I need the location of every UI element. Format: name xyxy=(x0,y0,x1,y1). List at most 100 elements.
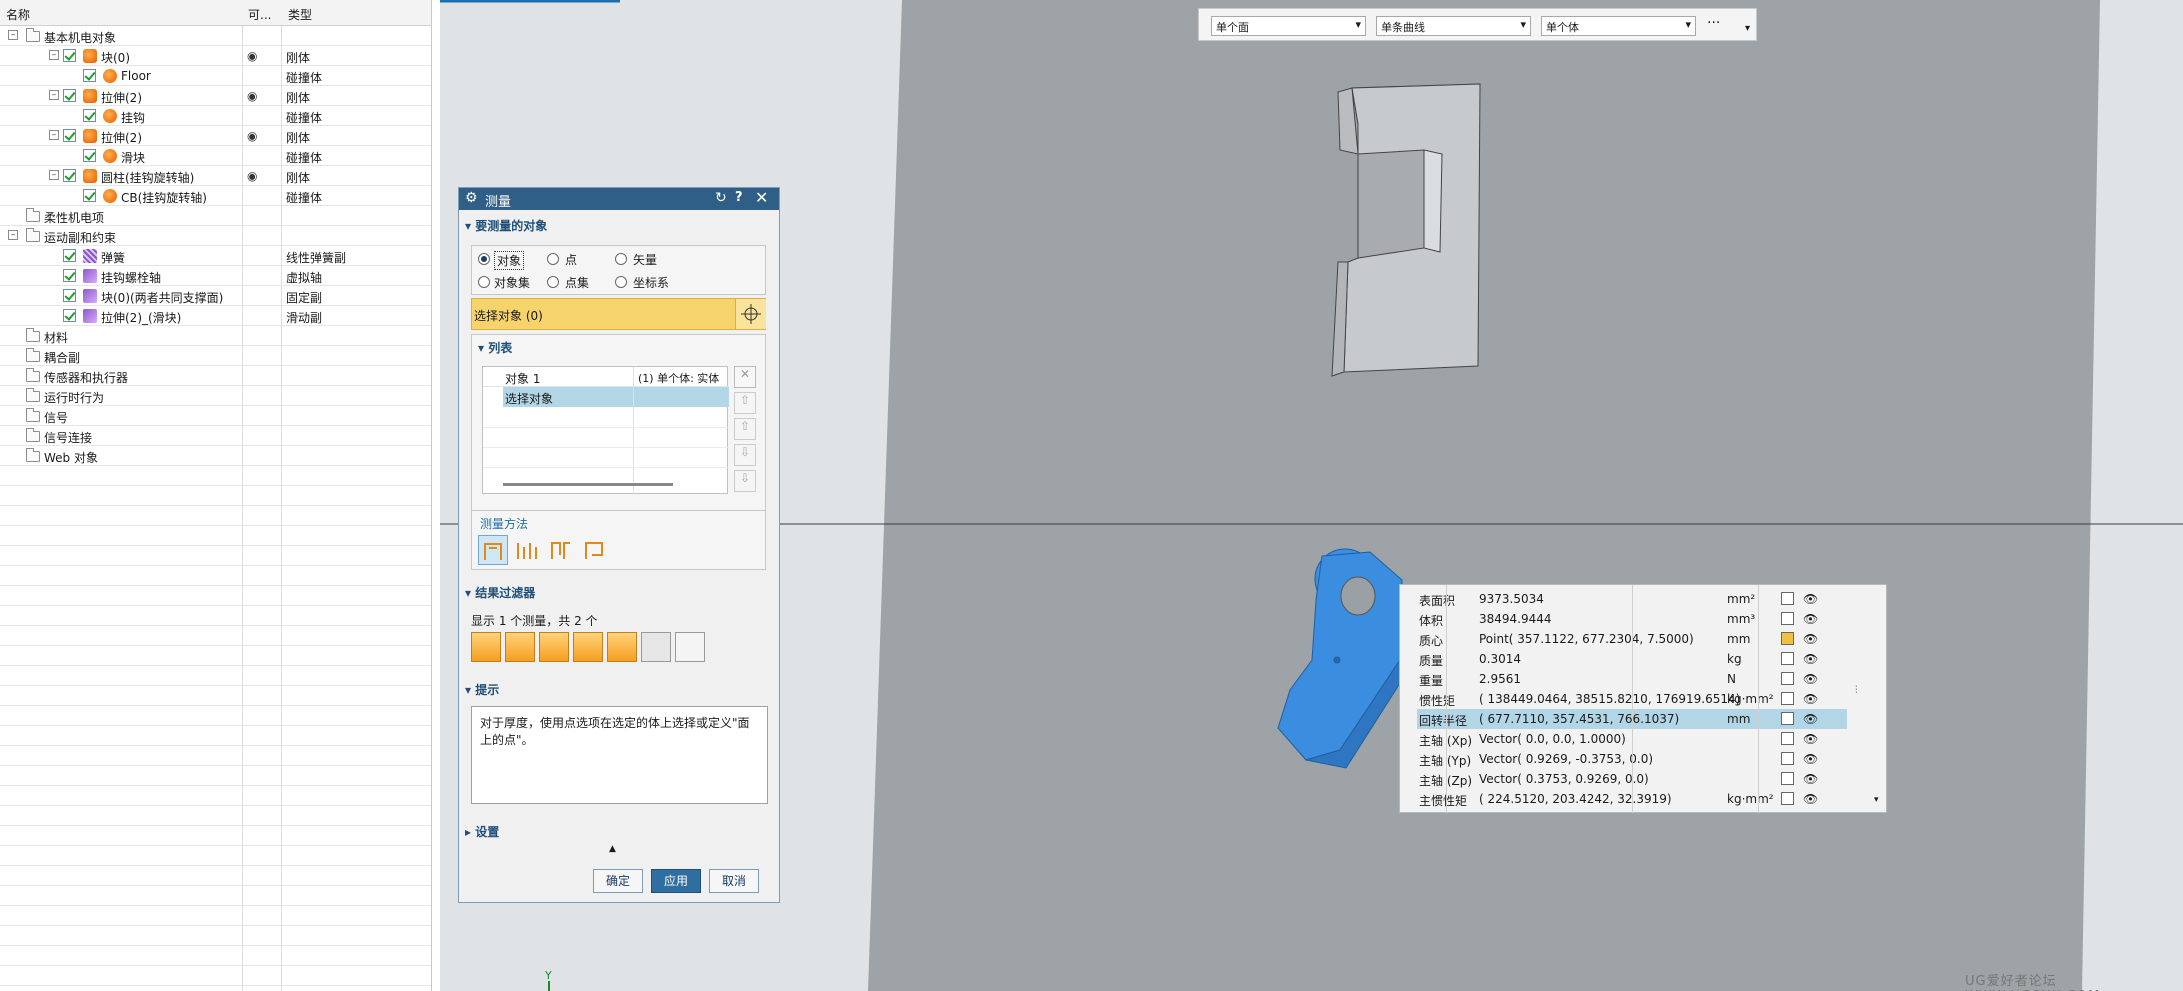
radio-object[interactable] xyxy=(478,253,490,265)
filter-distance-icon[interactable] xyxy=(471,632,501,662)
tree-row[interactable]: 运行时行为 xyxy=(0,386,431,406)
list-item[interactable]: 对象 1 (1) 单个体: 实体 xyxy=(483,367,729,387)
copy-icon[interactable] xyxy=(1781,712,1794,725)
checkbox-icon[interactable] xyxy=(83,109,96,122)
tree-row[interactable]: – 块(0) ◉ 刚体 xyxy=(0,46,431,66)
move-down-icon[interactable]: ⇩ xyxy=(734,444,756,466)
list-section-header[interactable]: ▾ 列表 xyxy=(478,339,512,357)
close-icon[interactable]: ✕ xyxy=(755,188,768,207)
checkbox-icon[interactable] xyxy=(63,129,76,142)
radio-csys[interactable] xyxy=(615,276,627,288)
show-icon[interactable]: 👁 xyxy=(1803,792,1818,806)
objects-section-header[interactable]: ▾ 要测量的对象 xyxy=(465,217,547,235)
tree-row[interactable]: 传感器和执行器 xyxy=(0,366,431,386)
tree-row[interactable]: 挂钩 碰撞体 xyxy=(0,106,431,126)
tree-row[interactable]: 信号 xyxy=(0,406,431,426)
copy-icon[interactable] xyxy=(1781,792,1794,805)
show-icon[interactable]: 👁 xyxy=(1803,672,1818,686)
show-icon[interactable]: 👁 xyxy=(1803,732,1818,746)
copy-icon[interactable] xyxy=(1781,612,1794,625)
body-filter-dropdown[interactable]: 单个体 xyxy=(1541,16,1696,36)
col-visible-header[interactable]: 可... xyxy=(248,6,271,23)
method-thickness-icon[interactable] xyxy=(546,535,576,565)
filter-volume-icon[interactable] xyxy=(607,632,637,662)
show-icon[interactable]: 👁 xyxy=(1803,592,1818,606)
remove-icon[interactable]: ✕ xyxy=(734,366,756,388)
copy-icon[interactable] xyxy=(1781,772,1794,785)
curve-filter-dropdown[interactable]: 单条曲线 xyxy=(1376,16,1531,36)
move-top-icon[interactable]: ⇧ xyxy=(734,392,756,414)
tree-row[interactable]: 弹簧 线性弹簧副 xyxy=(0,246,431,266)
collapse-toggle-icon[interactable]: – xyxy=(8,30,18,40)
tree-row[interactable]: 块(0)(两者共同支撑面) 固定副 xyxy=(0,286,431,306)
checkbox-icon[interactable] xyxy=(63,269,76,282)
toolbar-dropdown-arrow[interactable]: ▾ xyxy=(1745,23,1750,34)
collapse-arrow-icon[interactable]: ▲ xyxy=(609,844,616,854)
tree-row[interactable]: 挂钩螺栓轴 虚拟轴 xyxy=(0,266,431,286)
collapse-toggle-icon[interactable]: – xyxy=(8,230,18,240)
apply-button[interactable]: 应用 xyxy=(651,869,701,893)
eye-icon[interactable]: ◉ xyxy=(247,49,257,63)
checkbox-icon[interactable] xyxy=(63,89,76,102)
col-name-header[interactable]: 名称 xyxy=(6,6,30,23)
tree-row[interactable]: – 拉伸(2) ◉ 刚体 xyxy=(0,126,431,146)
dialog-titlebar[interactable]: ⚙ 测量 ↻ ? ✕ xyxy=(459,188,779,210)
collapse-toggle-icon[interactable]: – xyxy=(49,90,59,100)
tree-row[interactable]: CB(挂钩旋转轴) 碰撞体 xyxy=(0,186,431,206)
list-scrollbar[interactable] xyxy=(503,483,673,486)
ok-button[interactable]: 确定 xyxy=(593,869,643,893)
cancel-button[interactable]: 取消 xyxy=(709,869,759,893)
tree-row[interactable]: 柔性机电项 xyxy=(0,206,431,226)
scroll-down-icon[interactable]: ▾ xyxy=(1874,795,1879,805)
checkbox-icon[interactable] xyxy=(83,69,96,82)
tree-row[interactable]: – 圆柱(挂钩旋转轴) ◉ 刚体 xyxy=(0,166,431,186)
settings-section-header[interactable]: ▸ 设置 xyxy=(465,823,499,841)
eye-icon[interactable]: ◉ xyxy=(247,129,257,143)
eye-icon[interactable]: ◉ xyxy=(247,89,257,103)
tree-row[interactable]: 材料 xyxy=(0,326,431,346)
tree-row[interactable]: 耦合副 xyxy=(0,346,431,366)
checkbox-icon[interactable] xyxy=(83,149,96,162)
copy-icon[interactable] xyxy=(1781,672,1794,685)
show-icon[interactable]: 👁 xyxy=(1803,772,1818,786)
method-projected-icon[interactable] xyxy=(512,535,542,565)
copy-icon[interactable] xyxy=(1781,652,1794,665)
filter-length-icon[interactable] xyxy=(539,632,569,662)
show-icon[interactable]: 👁 xyxy=(1803,652,1818,666)
checkbox-icon[interactable] xyxy=(83,189,96,202)
show-icon[interactable]: 👁 xyxy=(1803,612,1818,626)
show-icon[interactable]: 👁 xyxy=(1803,752,1818,766)
filter-add-icon[interactable] xyxy=(675,632,705,662)
copy-icon[interactable] xyxy=(1781,732,1794,745)
copy-icon[interactable] xyxy=(1781,692,1794,705)
collapse-toggle-icon[interactable]: – xyxy=(49,130,59,140)
method-radius-icon[interactable] xyxy=(580,535,610,565)
tree-row[interactable]: 滑块 碰撞体 xyxy=(0,146,431,166)
eye-icon[interactable]: ◉ xyxy=(247,169,257,183)
reset-icon[interactable]: ↻ xyxy=(715,190,727,206)
radio-object-set[interactable] xyxy=(478,276,490,288)
radio-point[interactable] xyxy=(547,253,559,265)
checkbox-icon[interactable] xyxy=(63,49,76,62)
filter-section-header[interactable]: ▾ 结果过滤器 xyxy=(465,584,535,602)
tree-row[interactable]: – 拉伸(2) ◉ 刚体 xyxy=(0,86,431,106)
crosshair-icon[interactable] xyxy=(735,299,766,329)
expand-grip-icon[interactable]: ⫶ xyxy=(1855,685,1858,696)
collapse-toggle-icon[interactable]: – xyxy=(49,170,59,180)
checkbox-icon[interactable] xyxy=(63,249,76,262)
help-icon[interactable]: ? xyxy=(735,190,743,205)
tree-row[interactable]: – 基本机电对象 xyxy=(0,26,431,46)
checkbox-icon[interactable] xyxy=(63,289,76,302)
checkbox-icon[interactable] xyxy=(63,169,76,182)
list-item-selected[interactable]: 选择对象 xyxy=(503,387,729,407)
more-options-button[interactable]: ··· xyxy=(1707,15,1720,31)
move-bottom-icon[interactable]: ⇩ xyxy=(734,470,756,492)
face-filter-dropdown[interactable]: 单个面 xyxy=(1211,16,1366,36)
tree-row[interactable]: Web 对象 xyxy=(0,446,431,466)
hint-section-header[interactable]: ▾ 提示 xyxy=(465,681,499,699)
filter-angle-icon[interactable] xyxy=(505,632,535,662)
show-icon[interactable]: 👁 xyxy=(1803,692,1818,706)
move-up-icon[interactable]: ⇧ xyxy=(734,418,756,440)
tree-row[interactable]: 信号连接 xyxy=(0,426,431,446)
filter-area-icon[interactable] xyxy=(573,632,603,662)
